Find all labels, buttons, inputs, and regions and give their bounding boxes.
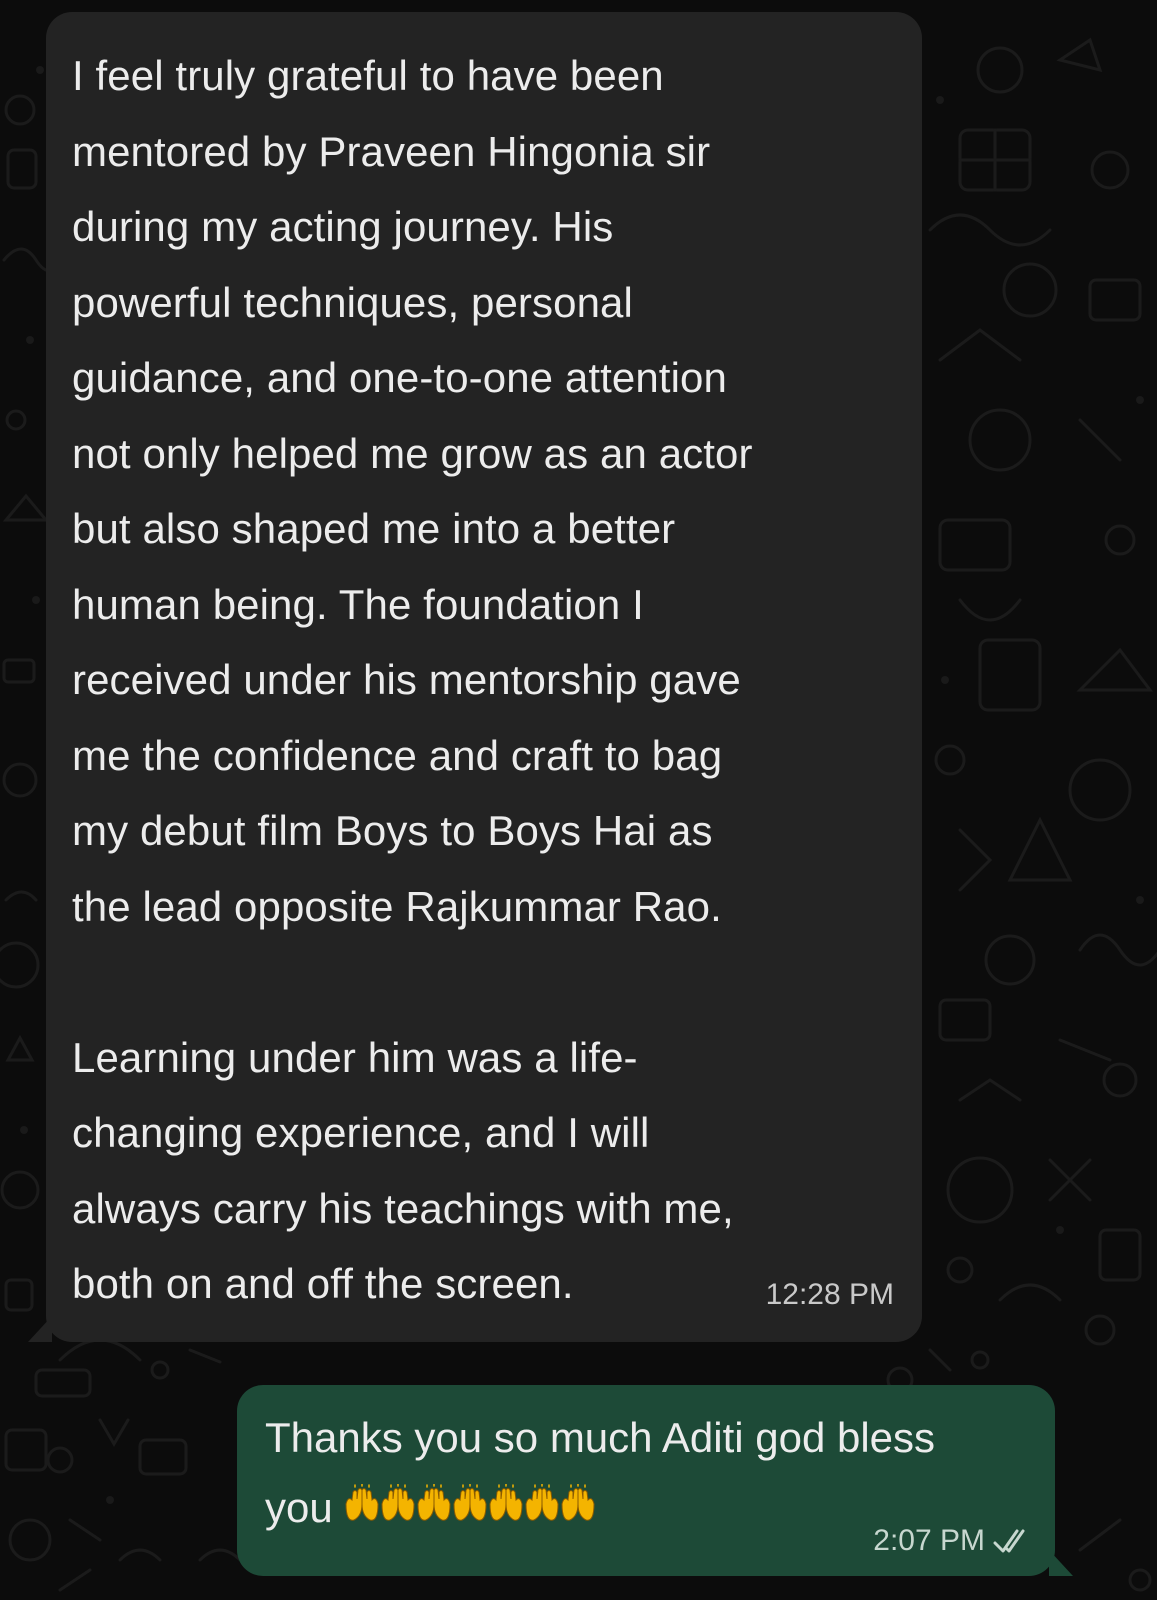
- raising-hands-icon: [489, 1484, 523, 1521]
- outgoing-message-text: Thanks you so much Aditi god bless you: [265, 1403, 1027, 1543]
- outgoing-message-time: 2:07 PM: [873, 1524, 985, 1557]
- raising-hands-icon: [345, 1484, 379, 1521]
- raising-hands-icon: [561, 1484, 595, 1521]
- outgoing-message-meta: 2:07 PM: [873, 1524, 1033, 1558]
- outgoing-message-bubble[interactable]: Thanks you so much Aditi god bless you 2…: [237, 1385, 1073, 1576]
- incoming-message-bubble[interactable]: I feel truly grateful to have been mento…: [28, 12, 922, 1342]
- incoming-message-text: I feel truly grateful to have been mento…: [72, 52, 753, 1307]
- raising-hands-emoji-row: [345, 1484, 597, 1528]
- raising-hands-icon: [381, 1484, 415, 1521]
- raising-hands-icon: [525, 1484, 559, 1521]
- double-check-icon: [993, 1529, 1025, 1553]
- raising-hands-icon: [417, 1484, 451, 1521]
- incoming-message-time: 12:28 PM: [765, 1278, 894, 1311]
- raising-hands-icon: [453, 1484, 487, 1521]
